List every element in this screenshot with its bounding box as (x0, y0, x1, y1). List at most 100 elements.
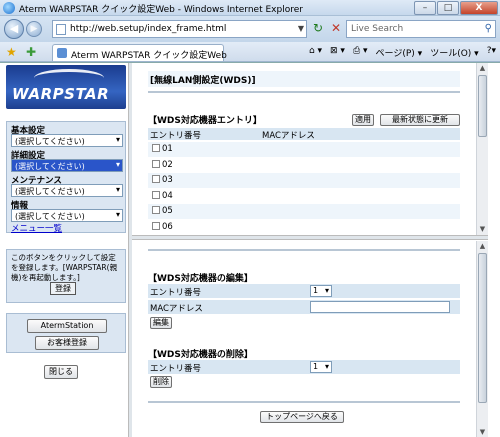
stop-icon[interactable]: ✕ (328, 21, 344, 37)
delete-entry-row: エントリ番号 1 ▾ (148, 360, 460, 374)
select-info[interactable]: (選択してください) ▾ (11, 209, 123, 222)
chevron-down-icon: ▾ (115, 210, 120, 219)
select-basic-value: (選択してください) (15, 137, 85, 146)
mac-address-input[interactable] (310, 301, 450, 313)
ie-logo-icon (3, 2, 15, 14)
left-frame: WARPSTAR 基本設定 (選択してください) ▾ 詳細設定 (選択してくださ… (4, 63, 128, 437)
window-titlebar: Aterm WARPSTAR クイック設定Web - Windows Inter… (0, 0, 500, 16)
scroll-up-icon[interactable]: ▲ (477, 241, 488, 252)
page-menu[interactable]: ページ(P) ▾ (376, 46, 423, 59)
chevron-down-icon: ▾ (115, 135, 120, 144)
edit-button[interactable]: 編集 (150, 317, 172, 329)
select-maintenance[interactable]: (選択してください) ▾ (11, 184, 123, 197)
select-basic[interactable]: (選択してください) ▾ (11, 134, 123, 147)
add-favorites-icon[interactable]: ✚ (26, 45, 36, 59)
main-frame: [無線LAN側設定(WDS)] 【WDS対応機器エントリ】 適用 最新状態に更新… (132, 63, 488, 437)
entry-number: 06 (162, 222, 173, 232)
customer-register-button[interactable]: お客様登録 (35, 336, 99, 350)
lower-divider-bottom (148, 401, 460, 403)
table-row: 05 (148, 204, 460, 219)
delete-entry-value: 1 (313, 362, 319, 371)
address-toolbar: ◀ ▶ http://web.setup/index_frame.html ▼ … (0, 16, 500, 42)
warpstar-logo: WARPSTAR (6, 65, 126, 109)
aterm-station-button[interactable]: AtermStation (27, 319, 107, 333)
chevron-down-icon: ▾ (115, 160, 120, 169)
upper-scrollbar[interactable]: ▲ ▼ (476, 63, 488, 235)
edit-entry-label: エントリ番号 (150, 288, 202, 298)
entry-checkbox[interactable] (152, 175, 160, 183)
select-info-value: (選択してください) (15, 212, 85, 221)
window-title: Aterm WARPSTAR クイック設定Web - Windows Inter… (19, 5, 303, 15)
home-button[interactable]: ⌂ ▾ (309, 46, 322, 59)
entry-section-title: 【WDS対応機器エントリ】 (148, 116, 262, 126)
select-advanced[interactable]: (選択してください) ▾ (11, 159, 123, 172)
address-bar[interactable]: http://web.setup/index_frame.html ▼ (52, 20, 307, 38)
logo-text: WARPSTAR (12, 85, 110, 103)
lower-scrollbar[interactable]: ▲ ▼ (476, 241, 488, 437)
delete-button[interactable]: 削除 (150, 376, 172, 388)
scroll-down-icon[interactable]: ▼ (477, 224, 488, 235)
delete-section-title: 【WDS対応機器の削除】 (148, 350, 253, 360)
menu-list-link[interactable]: メニュー一覧 (11, 222, 62, 234)
forward-button[interactable]: ▶ (26, 21, 42, 37)
edit-mac-row: MACアドレス (148, 300, 460, 314)
select-advanced-value: (選択してください) (15, 162, 85, 171)
entry-checkbox[interactable] (152, 191, 160, 199)
lower-divider-top (148, 249, 460, 251)
help-menu[interactable]: ?▾ (487, 46, 496, 59)
entry-number: 03 (162, 175, 173, 185)
entry-number: 02 (162, 160, 173, 170)
minimize-button[interactable]: – (414, 1, 436, 15)
entry-number: 04 (162, 191, 173, 201)
horizontal-frame-divider[interactable] (132, 235, 488, 240)
link-buttons-box: AtermStation お客様登録 (6, 313, 126, 353)
register-button[interactable]: 登録 (50, 282, 76, 295)
search-input[interactable]: Live Search ⚲ (346, 20, 496, 38)
feeds-button[interactable]: ⊠ ▾ (330, 46, 345, 59)
back-to-top-button[interactable]: トップページへ戻る (260, 411, 344, 423)
refresh-icon[interactable]: ↻ (310, 21, 326, 37)
favorites-star-icon[interactable]: ★ (6, 45, 17, 59)
edit-section-title: 【WDS対応機器の編集】 (148, 274, 253, 284)
refresh-status-button[interactable]: 最新状態に更新 (380, 114, 460, 126)
edit-entry-select[interactable]: 1 ▾ (310, 285, 332, 297)
table-row: 03 (148, 173, 460, 188)
apply-button[interactable]: 適用 (352, 114, 374, 126)
back-button[interactable]: ◀ (4, 19, 24, 39)
entry-checkbox[interactable] (152, 206, 160, 214)
close-window-button[interactable]: X (460, 1, 498, 15)
tab-aterm[interactable]: Aterm WARPSTAR クイック設定Web (52, 44, 227, 61)
title-divider (148, 91, 460, 93)
command-bar: ⌂ ▾ ⊠ ▾ ⎙ ▾ ページ(P) ▾ ツール(O) ▾ ?▾ (309, 46, 496, 59)
tab-bar: ★ ✚ Aterm WARPSTAR クイック設定Web ⌂ ▾ ⊠ ▾ ⎙ ▾… (0, 42, 500, 62)
entry-checkbox[interactable] (152, 144, 160, 152)
table-row: 02 (148, 158, 460, 173)
settings-menu: 基本設定 (選択してください) ▾ 詳細設定 (選択してください) ▾ メンテナ… (6, 121, 126, 234)
scroll-up-icon[interactable]: ▲ (477, 63, 488, 74)
search-placeholder: Live Search (351, 24, 404, 34)
tools-menu[interactable]: ツール(O) ▾ (430, 46, 479, 59)
edit-entry-row: エントリ番号 1 ▾ (148, 284, 460, 298)
entry-table-header: エントリ番号 MACアドレス (148, 128, 460, 141)
lower-scroll-thumb[interactable] (478, 253, 487, 403)
maximize-button[interactable]: □ (437, 1, 459, 15)
delete-entry-label: エントリ番号 (150, 364, 202, 374)
tab-label: Aterm WARPSTAR クイック設定Web (71, 51, 227, 61)
upper-scroll-thumb[interactable] (478, 75, 487, 137)
entry-checkbox[interactable] (152, 222, 160, 230)
address-url: http://web.setup/index_frame.html (70, 24, 227, 34)
page-icon (56, 24, 66, 35)
delete-entry-select[interactable]: 1 ▾ (310, 361, 332, 373)
page-content: WARPSTAR 基本設定 (選択してください) ▾ 詳細設定 (選択してくださ… (0, 62, 500, 437)
window-controls: – □ X (413, 1, 498, 15)
entry-checkbox[interactable] (152, 160, 160, 168)
register-note-text: このボタンをクリックして設定を登録します。[WARPSTAR(親機)を再起動しま… (11, 253, 118, 282)
scroll-down-icon[interactable]: ▼ (477, 427, 488, 437)
close-button[interactable]: 閉じる (44, 365, 78, 379)
edit-mac-label: MACアドレス (150, 304, 203, 314)
search-icon[interactable]: ⚲ (485, 23, 492, 34)
chevron-down-icon[interactable]: ▼ (298, 24, 304, 33)
col-entry-number: エントリ番号 (150, 131, 202, 141)
print-button[interactable]: ⎙ ▾ (353, 46, 368, 59)
tab-page-icon (57, 48, 67, 58)
